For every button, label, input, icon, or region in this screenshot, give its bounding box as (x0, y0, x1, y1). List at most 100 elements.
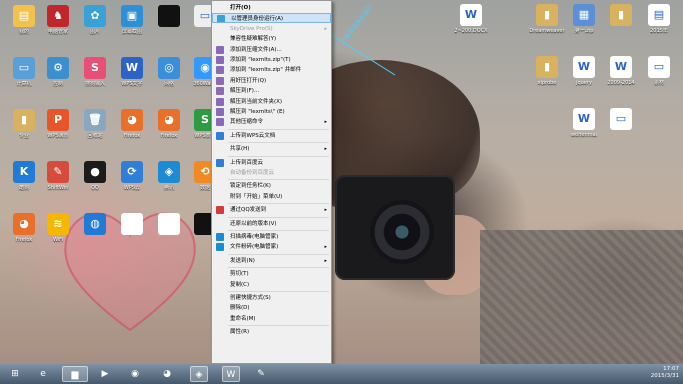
menu-item-label: 删除(D) (230, 305, 250, 312)
taskbar-ie[interactable]: e (34, 366, 52, 382)
menu-separator (228, 179, 329, 181)
menu-item-label: 重命名(M) (230, 315, 256, 322)
taskbar-360[interactable]: ◉ (126, 366, 144, 382)
submenu-arrow-icon: ▸ (324, 244, 327, 251)
taskbar: ⊞ e ▆ ▶ ◉ ◕ ◈ W ✎ 17:07 2015/3/31 (0, 364, 683, 384)
menu-item-icon (216, 243, 224, 252)
submenu-arrow-icon: ▸ (324, 146, 327, 153)
menu-separator (228, 128, 329, 130)
menu-item-8[interactable]: 解压到(F)... (212, 86, 331, 96)
clock-time[interactable]: 17:07 (619, 366, 679, 373)
menu-item-label: 通过QQ发送到 (230, 207, 267, 214)
menu-item-icon (216, 87, 224, 96)
menu-separator (228, 291, 329, 292)
menu-item-label: 自动备份到百度云 (230, 170, 275, 176)
menu-item-label: 属性(R) (230, 329, 250, 336)
submenu-arrow-icon: ▸ (324, 257, 327, 264)
menu-item-icon (216, 118, 224, 127)
submenu-arrow-icon: ▸ (324, 25, 327, 32)
menu-item-6[interactable]: 添加到 "lexmlts.zip" 并邮件 (212, 65, 331, 75)
menu-item-label: SkyDrive Pro(S) (230, 25, 273, 32)
menu-item-2: SkyDrive Pro(S) ▸ (212, 24, 331, 34)
menu-item-icon (216, 45, 224, 54)
menu-item-37[interactable]: 重命名(M) (212, 314, 331, 324)
menu-item-label: 创建快捷方式(S) (230, 295, 271, 301)
system-tray: 17:07 2015/3/31 (619, 366, 679, 380)
menu-item-label: 发送到(N) (230, 257, 255, 264)
menu-item-15[interactable]: 共享(H) ▸ (212, 144, 331, 154)
menu-item-label: 其他压缩命令 (230, 119, 264, 126)
menu-item-9[interactable]: 解压到当前文件夹(X) (212, 97, 331, 107)
menu-item-label: 共享(H) (230, 146, 250, 153)
menu-item-4[interactable]: 添加到压缩文件(A)... (212, 45, 331, 55)
menu-item-icon (216, 97, 224, 106)
menu-item-label: 复制(C) (230, 281, 250, 288)
menu-separator (228, 155, 329, 157)
menu-item-label: 剪切(T) (230, 271, 249, 278)
menu-item-icon (217, 15, 225, 23)
menu-item-label: 解压到 "lexmlts\" (E) (230, 109, 285, 115)
menu-item-icon (216, 158, 224, 167)
menu-item-label: 添加到压缩文件(A)... (230, 46, 282, 53)
menu-item-23[interactable]: 通过QQ发送到 ▸ (212, 205, 331, 215)
menu-item-28[interactable]: 文件粉碎(电脑管家) ▸ (212, 242, 331, 252)
menu-item-label: 添加到 "lexmlts.zip"(T) (230, 57, 291, 63)
menu-item-0[interactable]: 打开(O) (212, 3, 331, 13)
menu-item-label: 上传到百度云 (230, 159, 264, 166)
menu-item-label: 解压到(F)... (230, 88, 260, 95)
menu-item-20[interactable]: 锁定到任务栏(K) (212, 181, 331, 191)
menu-item-7[interactable]: 用好压打开(Q) (212, 76, 331, 86)
menu-separator (228, 325, 329, 327)
menu-separator (228, 142, 329, 144)
menu-separator (228, 203, 329, 205)
taskbar-explorer[interactable]: ▆ (62, 366, 88, 382)
menu-item-label: 文件粉碎(电脑管家) (230, 244, 279, 251)
clock-date[interactable]: 2015/3/31 (619, 373, 679, 380)
menu-item-17[interactable]: 上传到百度云 (212, 158, 331, 168)
menu-item-35[interactable]: 创建快捷方式(S) (212, 293, 331, 303)
menu-item-icon (216, 76, 224, 85)
menu-item-label: 以管理员身份运行(A) (231, 16, 284, 23)
taskbar-start-button[interactable]: ⊞ (6, 366, 24, 382)
menu-item-18: 自动备份到百度云 (212, 168, 331, 178)
taskbar-dreamweaver[interactable]: ◈ (190, 366, 208, 382)
menu-item-27[interactable]: 扫描病毒(电脑管家) (212, 232, 331, 242)
menu-item-label: 添加到 "lexmlts.zip" 并邮件 (230, 67, 302, 74)
annotation-arrow (297, 13, 396, 76)
menu-item-icon (216, 233, 224, 241)
menu-item-label: 还原以前的版本(V) (230, 220, 277, 227)
context-menu: 打开(O) 以管理员身份运行(A) SkyDrive Pro(S) ▸ 兼容性疑难解答(… (211, 0, 332, 364)
menu-item-10[interactable]: 解压到 "lexmlts\" (E) (212, 107, 331, 117)
menu-item-label: 扫描病毒(电脑管家) (230, 234, 279, 240)
taskbar-firefox[interactable]: ◕ (158, 366, 176, 382)
menu-item-label: 兼容性疑难解答(Y) (230, 36, 277, 43)
taskbar-media-player[interactable]: ▶ (96, 366, 114, 382)
menu-separator (228, 267, 329, 269)
menu-item-icon (216, 66, 224, 75)
menu-item-30[interactable]: 发送到(N) ▸ (212, 256, 331, 266)
submenu-arrow-icon: ▸ (324, 207, 327, 214)
menu-item-icon (216, 56, 224, 64)
menu-item-32[interactable]: 剪切(T) (212, 269, 331, 279)
taskbar-wps-writer[interactable]: W (222, 366, 240, 382)
menu-item-label: 解压到当前文件夹(X) (230, 98, 283, 105)
menu-item-13[interactable]: 上传到WPS云文档 (212, 131, 331, 141)
desktop: ▤ 我的 ♞ 电脑管家 ✿ 图片 ▣ 屏幕截图 ▭ ▭ 计算机 ⚙ 控制 S 搜狗输入 W WPS文字 ◎ 网络 ◉ 3… (0, 0, 683, 364)
menu-item-label: 用好压打开(Q) (230, 77, 267, 84)
menu-item-icon (216, 206, 224, 215)
menu-item-33[interactable]: 复制(C) (212, 280, 331, 290)
menu-item-21[interactable]: 附到「开始」菜单(U) (212, 192, 331, 202)
menu-separator (228, 253, 329, 255)
menu-item-11[interactable]: 其他压缩命令 ▸ (212, 117, 331, 127)
menu-item-1[interactable]: 以管理员身份运行(A) (212, 13, 331, 24)
menu-item-39[interactable]: 属性(R) (212, 327, 331, 337)
menu-item-25[interactable]: 还原以前的版本(V) (212, 219, 331, 229)
menu-item-5[interactable]: 添加到 "lexmlts.zip"(T) (212, 55, 331, 65)
menu-item-3[interactable]: 兼容性疑难解答(Y) (212, 34, 331, 44)
menu-item-icon (216, 108, 224, 116)
taskbar-paint[interactable]: ✎ (252, 366, 270, 382)
menu-item-label: 上传到WPS云文档 (230, 132, 276, 139)
menu-item-36[interactable]: 删除(D) (212, 303, 331, 313)
menu-item-label: 附到「开始」菜单(U) (230, 193, 283, 200)
menu-item-label: 打开(O) (230, 5, 251, 11)
